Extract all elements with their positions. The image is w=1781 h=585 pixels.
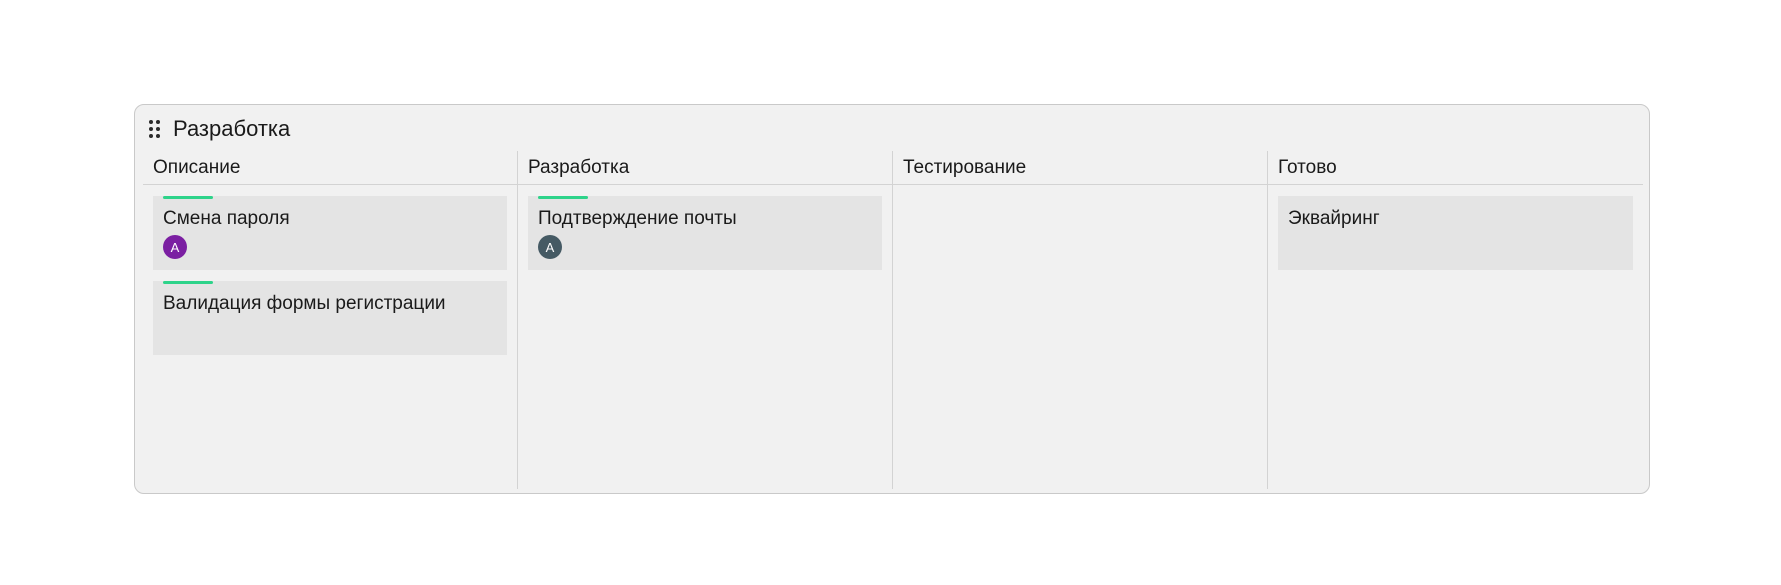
column-header: Разработка: [518, 151, 892, 185]
column-header: Тестирование: [893, 151, 1267, 185]
card-title: Смена пароля: [163, 208, 290, 229]
column-development: Разработка Подтверждение почты А: [518, 151, 893, 489]
task-card[interactable]: Эквайринг: [1278, 196, 1633, 270]
drag-handle-icon[interactable]: [149, 120, 161, 138]
card-accent-bar: [163, 196, 213, 199]
task-card[interactable]: Смена пароля А: [153, 196, 507, 270]
column-body: Смена пароля А Валидация формы регистрац…: [143, 185, 517, 355]
avatar[interactable]: А: [538, 235, 562, 259]
task-card[interactable]: Валидация формы регистрации: [153, 281, 507, 355]
card-title: Эквайринг: [1288, 208, 1380, 229]
card-accent-bar: [538, 196, 588, 199]
column-testing: Тестирование: [893, 151, 1268, 489]
column-body: [893, 185, 1267, 196]
card-accent-bar: [163, 281, 213, 284]
column-header: Готово: [1268, 151, 1643, 185]
column-description: Описание Смена пароля А Валидация формы …: [143, 151, 518, 489]
board-title: Разработка: [173, 116, 291, 141]
column-done: Готово Эквайринг: [1268, 151, 1643, 489]
card-title: Подтверждение почты: [538, 208, 737, 229]
column-body: Эквайринг: [1268, 185, 1643, 270]
kanban-board: Разработка Описание Смена пароля А Валид…: [134, 104, 1650, 494]
task-card[interactable]: Подтверждение почты А: [528, 196, 882, 270]
board-header: Разработка: [149, 113, 290, 145]
avatar[interactable]: А: [163, 235, 187, 259]
column-header: Описание: [143, 151, 517, 185]
board-columns: Описание Смена пароля А Валидация формы …: [143, 151, 1643, 489]
column-body: Подтверждение почты А: [518, 185, 892, 270]
card-title: Валидация формы регистрации: [163, 293, 446, 314]
